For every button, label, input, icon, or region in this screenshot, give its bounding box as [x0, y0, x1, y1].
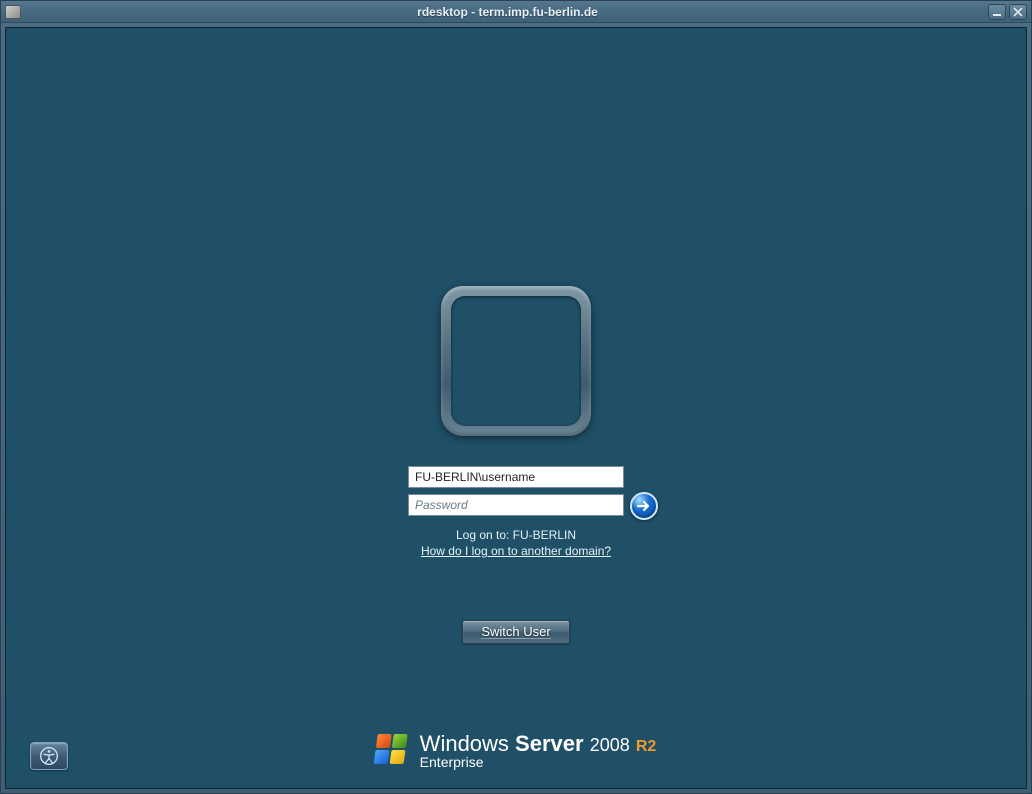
rdesktop-window: rdesktop - term.imp.fu-berlin.de	[0, 0, 1032, 794]
branding-text: Windows Server 2008 R2 Enterprise	[420, 732, 657, 770]
os-branding: Windows Server 2008 R2 Enterprise	[376, 732, 657, 770]
login-panel: Log on to: FU-BERLIN How do I log on to …	[408, 286, 624, 644]
switch-user-label: Switch User	[481, 625, 550, 639]
brand-year: 2008	[590, 735, 630, 755]
username-input[interactable]	[408, 466, 624, 488]
minimize-button[interactable]	[988, 4, 1006, 20]
window-controls	[988, 4, 1027, 20]
brand-r2: R2	[636, 738, 656, 755]
login-hints: Log on to: FU-BERLIN How do I log on to …	[421, 528, 611, 558]
logon-to-label: Log on to: FU-BERLIN	[456, 528, 576, 542]
app-icon	[5, 5, 21, 19]
brand-edition: Enterprise	[420, 755, 657, 770]
other-domain-link[interactable]: How do I log on to another domain?	[421, 544, 611, 558]
accessibility-icon	[39, 746, 59, 766]
user-avatar-frame	[441, 286, 591, 436]
close-button[interactable]	[1009, 4, 1027, 20]
titlebar[interactable]: rdesktop - term.imp.fu-berlin.de	[1, 1, 1031, 23]
user-avatar	[451, 296, 581, 426]
brand-server: Server	[515, 731, 584, 756]
credential-fields: Log on to: FU-BERLIN How do I log on to …	[408, 466, 624, 558]
window-title: rdesktop - term.imp.fu-berlin.de	[27, 5, 988, 19]
switch-user-button[interactable]: Switch User	[462, 620, 570, 644]
ease-of-access-button[interactable]	[30, 742, 68, 770]
password-input[interactable]	[408, 494, 624, 516]
login-screen: Log on to: FU-BERLIN How do I log on to …	[5, 27, 1027, 789]
submit-arrow-button[interactable]	[630, 492, 658, 520]
windows-logo-icon	[376, 734, 410, 768]
